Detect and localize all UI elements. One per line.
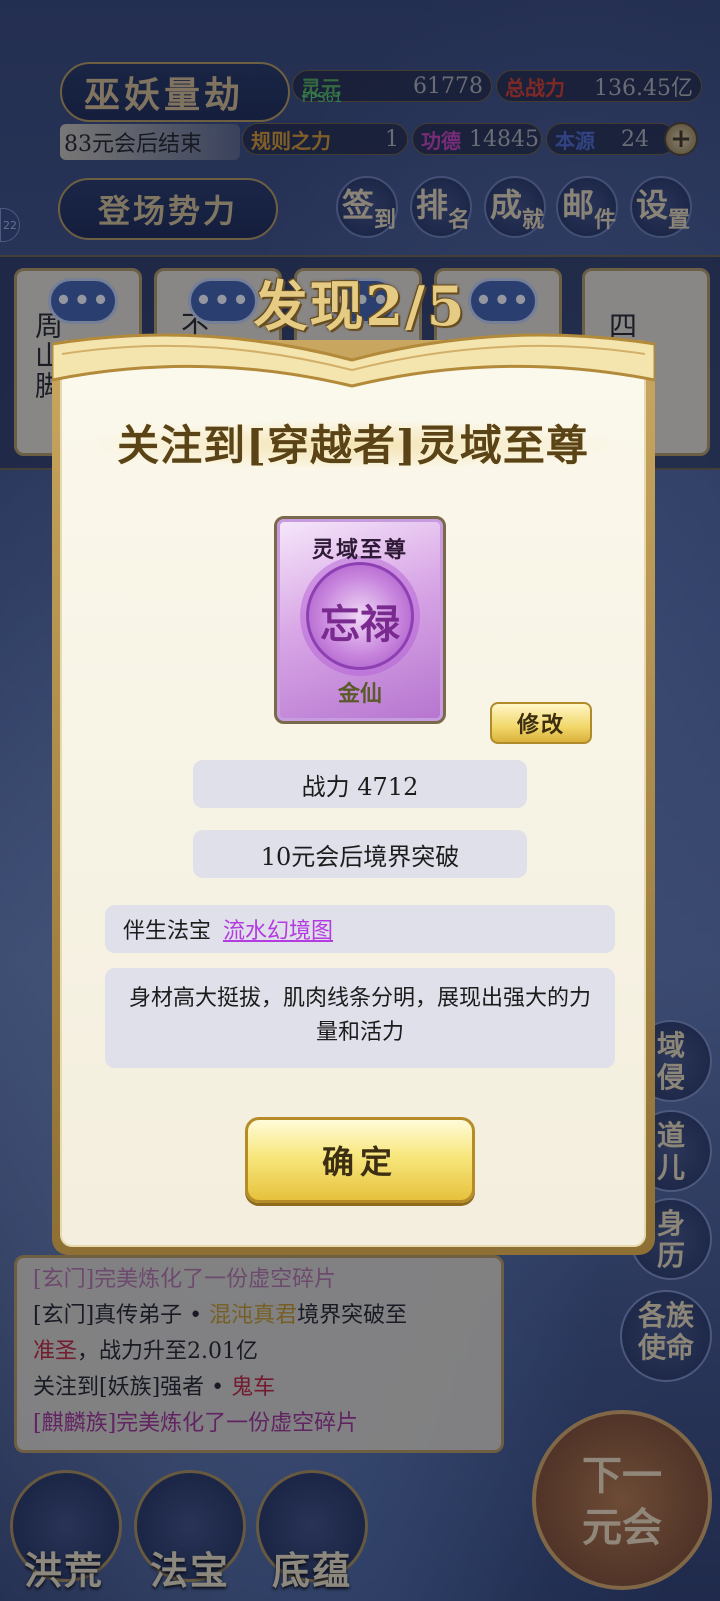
edit-button[interactable]: 修改	[490, 702, 592, 744]
portrait-mark: 忘禄	[320, 601, 400, 648]
power-field: 战力 4712	[193, 760, 527, 808]
description-field: 身材高大挺拔，肌肉线条分明，展现出强大的力量和活力	[105, 968, 615, 1068]
portrait-realm: 金仙	[337, 681, 382, 707]
treasure-link[interactable]: 流水幻境图	[223, 913, 333, 945]
treasure-label: 伴生法宝	[123, 919, 212, 944]
confirm-button[interactable]: 确定	[245, 1117, 475, 1203]
treasure-field: 伴生法宝 流水幻境图	[105, 905, 615, 953]
portrait-name: 灵域至尊	[311, 537, 408, 563]
discovery-progress: 发现2/5	[253, 274, 467, 338]
confirm-button-label: 确定	[321, 1143, 398, 1181]
modal-title: 关注到[穿越者]灵域至尊	[117, 421, 589, 470]
edit-button-label: 修改	[516, 712, 565, 738]
breakthrough-field: 10元会后境界突破	[193, 830, 527, 878]
